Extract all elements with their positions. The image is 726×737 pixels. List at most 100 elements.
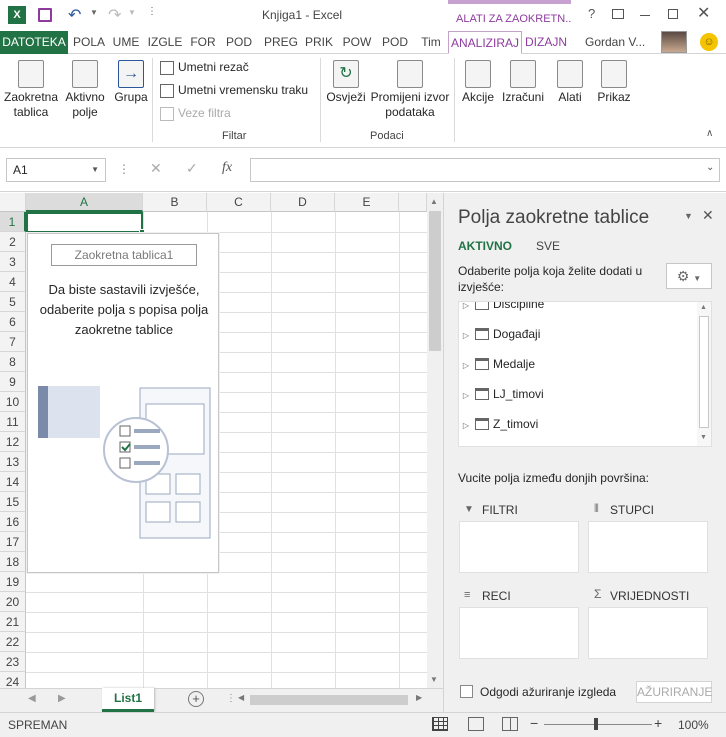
row-header[interactable]: 6 bbox=[0, 312, 26, 332]
expand-triangle-icon[interactable]: ▷ bbox=[459, 416, 473, 436]
row-header[interactable]: 7 bbox=[0, 332, 26, 352]
tab-formulas[interactable]: FOR bbox=[188, 31, 218, 54]
customize-qat-icon[interactable]: ⋮ bbox=[147, 6, 157, 17]
calculations-button[interactable]: Izračuni bbox=[500, 60, 546, 105]
tab-view[interactable]: PRIK bbox=[302, 31, 336, 54]
expand-triangle-icon[interactable]: ▷ bbox=[459, 326, 473, 346]
defer-update-checkbox[interactable] bbox=[460, 685, 473, 698]
tab-file[interactable]: DATOTEKA bbox=[0, 31, 68, 54]
select-all-corner[interactable] bbox=[0, 193, 26, 212]
zoom-level[interactable]: 100% bbox=[678, 718, 709, 732]
insert-function-icon[interactable]: fx bbox=[222, 160, 232, 176]
normal-view-icon[interactable] bbox=[432, 717, 448, 731]
insert-timeline-button[interactable]: Umetni vremensku traku bbox=[160, 83, 308, 98]
field-list-item[interactable]: ▷ Discipline bbox=[459, 302, 544, 316]
save-icon[interactable] bbox=[38, 8, 52, 22]
field-list-settings-button[interactable]: ⚙ ▼ bbox=[666, 263, 712, 289]
field-list-scroll-thumb[interactable] bbox=[699, 316, 709, 428]
scroll-left-icon[interactable]: ◀ bbox=[238, 693, 244, 702]
row-header[interactable]: 22 bbox=[0, 632, 26, 652]
undo-dropdown-icon[interactable]: ▼ bbox=[90, 8, 98, 17]
row-header[interactable]: 3 bbox=[0, 252, 26, 272]
column-header-f[interactable] bbox=[399, 193, 427, 212]
row-header[interactable]: 18 bbox=[0, 552, 26, 572]
row-header[interactable]: 11 bbox=[0, 412, 26, 432]
prev-sheet-icon[interactable]: ◀ bbox=[28, 693, 36, 704]
insert-slicer-button[interactable]: Umetni rezač bbox=[160, 60, 249, 75]
smiley-feedback-icon[interactable]: ☺ bbox=[700, 33, 718, 51]
row-header[interactable]: 5 bbox=[0, 292, 26, 312]
column-header-a[interactable]: A bbox=[26, 193, 143, 212]
change-data-source-button[interactable]: Promijeni izvor podataka bbox=[368, 60, 452, 120]
expand-formula-icon[interactable]: ⌄ bbox=[706, 162, 714, 173]
user-name[interactable]: Gordan V... bbox=[585, 35, 645, 49]
field-list-item[interactable]: ▷ Događaji bbox=[459, 324, 540, 344]
undo-icon[interactable]: ↶ bbox=[68, 5, 81, 25]
scroll-up-icon[interactable]: ▲ bbox=[700, 304, 707, 311]
active-field-button[interactable]: Aktivno polje bbox=[62, 60, 108, 120]
zoom-out-icon[interactable]: − bbox=[530, 715, 538, 731]
tab-design[interactable]: DIZAJN bbox=[522, 31, 570, 54]
zoom-in-icon[interactable]: + bbox=[654, 715, 662, 731]
row-header[interactable]: 4 bbox=[0, 272, 26, 292]
close-icon[interactable]: ✕ bbox=[697, 3, 710, 23]
columns-drop-area[interactable] bbox=[588, 521, 708, 573]
pane-close-icon[interactable]: ✕ bbox=[702, 207, 714, 224]
field-list-item[interactable]: ▷ Medalje bbox=[459, 354, 535, 374]
field-list-box[interactable]: ▷ Discipline ▷ Događaji ▷ Medalje ▷ LJ_timovi ▷ Z… bbox=[458, 301, 712, 447]
row-header[interactable]: 2 bbox=[0, 232, 26, 252]
row-header[interactable]: 14 bbox=[0, 472, 26, 492]
help-icon[interactable]: ? bbox=[588, 6, 595, 21]
name-box[interactable]: A1 ▼ bbox=[6, 158, 106, 182]
expand-triangle-icon[interactable]: ▷ bbox=[459, 386, 473, 406]
row-header[interactable]: 10 bbox=[0, 392, 26, 412]
page-break-view-icon[interactable] bbox=[502, 717, 518, 731]
tab-review[interactable]: PREG bbox=[262, 31, 300, 54]
field-list-item[interactable]: ▷ LJ_timovi bbox=[459, 384, 544, 404]
collapse-ribbon-icon[interactable]: ∧ bbox=[706, 128, 713, 139]
refresh-button[interactable]: ↻ Osvježi bbox=[325, 60, 367, 105]
tab-insert[interactable]: UME bbox=[110, 31, 142, 54]
row-header[interactable]: 9 bbox=[0, 372, 26, 392]
tab-powerpivot[interactable]: POW bbox=[340, 31, 374, 54]
zoom-slider-thumb[interactable] bbox=[594, 718, 598, 730]
row-header[interactable]: 19 bbox=[0, 572, 26, 592]
row-header[interactable]: 21 bbox=[0, 612, 26, 632]
values-drop-area[interactable] bbox=[588, 607, 708, 659]
sheet-tabs-splitter-icon[interactable]: ⋮ bbox=[226, 693, 236, 704]
row-header[interactable]: 8 bbox=[0, 352, 26, 372]
filters-drop-area[interactable] bbox=[459, 521, 579, 573]
tab-team[interactable]: Tim bbox=[416, 31, 446, 54]
avatar[interactable] bbox=[661, 31, 687, 53]
sheet-tab-list1[interactable]: List1 bbox=[102, 688, 154, 712]
tab-pod[interactable]: POD bbox=[378, 31, 412, 54]
scroll-right-icon[interactable]: ▶ bbox=[416, 693, 422, 702]
row-header[interactable]: 23 bbox=[0, 652, 26, 672]
next-sheet-icon[interactable]: ▶ bbox=[58, 693, 66, 704]
worksheet-grid[interactable]: A B C D E 1 2 3 4 5 6 7 8 9 10 11 12 13 14 15 16 17 18 19 2… bbox=[0, 193, 443, 693]
zoom-slider[interactable] bbox=[544, 718, 652, 730]
active-cell[interactable] bbox=[26, 212, 143, 233]
tools-button[interactable]: Alati bbox=[550, 60, 590, 105]
page-layout-view-icon[interactable] bbox=[468, 717, 484, 731]
tab-data[interactable]: POD bbox=[222, 31, 256, 54]
show-button[interactable]: Prikaz bbox=[594, 60, 634, 105]
column-header-d[interactable]: D bbox=[271, 193, 335, 212]
scroll-down-icon[interactable]: ▼ bbox=[430, 675, 438, 684]
row-header[interactable]: 1 bbox=[0, 212, 26, 232]
row-header[interactable]: 20 bbox=[0, 592, 26, 612]
vertical-scrollbar[interactable]: ▲ ▼ bbox=[427, 193, 443, 688]
row-header[interactable]: 16 bbox=[0, 512, 26, 532]
tab-page-layout[interactable]: IZGLE bbox=[144, 31, 186, 54]
minimize-icon[interactable] bbox=[640, 15, 650, 16]
row-header[interactable]: 17 bbox=[0, 532, 26, 552]
column-header-e[interactable]: E bbox=[335, 193, 399, 212]
pivot-placeholder[interactable]: Zaokretna tablica1 Da biste sastavili iz… bbox=[27, 233, 219, 573]
field-list-item[interactable]: ▷ Z_timovi bbox=[459, 414, 538, 434]
scroll-down-icon[interactable]: ▼ bbox=[700, 434, 707, 441]
horizontal-scroll-thumb[interactable] bbox=[250, 695, 408, 705]
pane-options-icon[interactable]: ▼ bbox=[684, 211, 693, 221]
actions-button[interactable]: Akcije bbox=[458, 60, 498, 105]
chevron-down-icon[interactable]: ▼ bbox=[91, 159, 99, 181]
expand-triangle-icon[interactable]: ▷ bbox=[459, 302, 473, 316]
